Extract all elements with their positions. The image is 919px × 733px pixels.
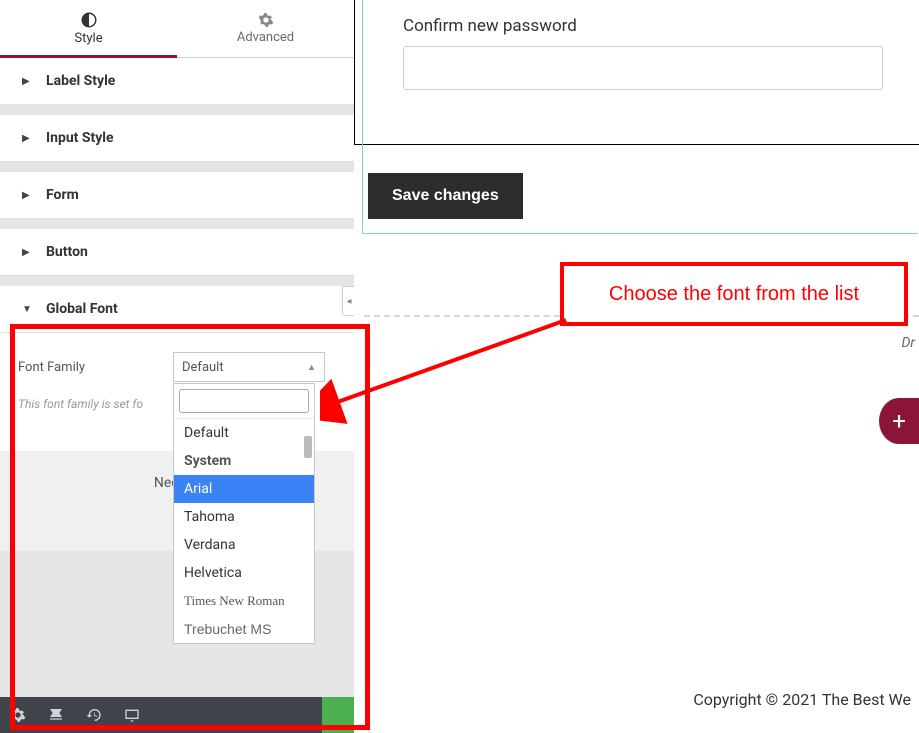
- panel-global-font[interactable]: ▼ Global Font ◂: [0, 286, 354, 333]
- publish-button[interactable]: [322, 697, 354, 733]
- caret-right-icon: ▶: [22, 133, 32, 144]
- caret-right-icon: ▶: [22, 190, 32, 201]
- font-family-select[interactable]: Default ▲: [173, 352, 325, 382]
- panel-button[interactable]: ▶ Button: [0, 229, 354, 276]
- drag-hint: Dr: [354, 335, 919, 351]
- panel-title: Button: [46, 244, 88, 260]
- font-option-verdana[interactable]: Verdana: [174, 531, 314, 559]
- tab-label: Style: [74, 31, 102, 46]
- panel-label-style[interactable]: ▶ Label Style: [0, 58, 354, 105]
- save-changes-button[interactable]: Save changes: [368, 173, 523, 219]
- annotation-callout: Choose the font from the list: [560, 262, 908, 326]
- settings-icon[interactable]: [10, 707, 26, 723]
- font-option-tahoma[interactable]: Tahoma: [174, 503, 314, 531]
- panel-list: ▶ Label Style ▶ Input Style ▶ Form ▶ But…: [0, 58, 354, 551]
- panel-title: Form: [46, 187, 79, 203]
- scrollbar-thumb[interactable]: [304, 436, 312, 458]
- font-search-wrap: [174, 384, 314, 419]
- responsive-icon[interactable]: [124, 707, 140, 723]
- plus-icon: +: [892, 407, 906, 435]
- footer-copyright: Copyright © 2021 The Best We: [693, 690, 911, 709]
- font-option-default[interactable]: Default: [174, 419, 314, 447]
- editor-tabs: Style Advanced: [0, 0, 354, 58]
- global-font-body: Font Family Default ▲ This font family i…: [0, 333, 354, 451]
- font-family-selected: Default: [182, 360, 224, 375]
- add-section-button[interactable]: +: [879, 398, 919, 444]
- font-family-row: Font Family Default ▲: [18, 351, 336, 383]
- caret-down-icon: ▼: [22, 304, 32, 315]
- tab-label: Advanced: [237, 30, 294, 45]
- panel-title: Label Style: [46, 73, 115, 89]
- font-family-label: Font Family: [18, 360, 173, 375]
- font-option-helvetica[interactable]: Helvetica: [174, 559, 314, 587]
- caret-right-icon: ▶: [22, 247, 32, 258]
- panel-form[interactable]: ▶ Form: [0, 172, 354, 219]
- panel-input-style[interactable]: ▶ Input Style: [0, 115, 354, 162]
- font-group-system[interactable]: System: [174, 447, 314, 475]
- history-icon[interactable]: [86, 707, 102, 723]
- preview-area: Confirm new password Save changes + Dr C…: [354, 0, 919, 733]
- navigator-icon[interactable]: [48, 707, 64, 723]
- annotation-text: Choose the font from the list: [609, 283, 859, 306]
- tab-style[interactable]: Style: [0, 0, 177, 57]
- font-option-trebuchet[interactable]: Trebuchet MS: [174, 615, 314, 643]
- tab-advanced[interactable]: Advanced: [177, 0, 354, 57]
- caret-right-icon: ▶: [22, 76, 32, 87]
- half-circle-icon: [80, 11, 98, 29]
- font-option-list[interactable]: Default System Arial Tahoma Verdana Helv…: [174, 419, 314, 643]
- editor-sidebar: Style Advanced ▶ Label Style ▶ Input Sty…: [0, 0, 354, 733]
- font-dropdown: Default System Arial Tahoma Verdana Helv…: [173, 383, 315, 644]
- panel-title: Input Style: [46, 130, 114, 146]
- confirm-password-label: Confirm new password: [403, 16, 919, 36]
- panel-title: Global Font: [46, 301, 118, 317]
- confirm-password-input[interactable]: [403, 46, 883, 90]
- font-search-input[interactable]: [179, 389, 309, 413]
- font-option-arial[interactable]: Arial: [174, 475, 314, 503]
- caret-up-icon: ▲: [307, 362, 316, 373]
- bottom-toolbar: [0, 697, 354, 733]
- form-area: Confirm new password: [354, 0, 919, 145]
- gear-icon: [258, 12, 274, 28]
- font-option-times[interactable]: Times New Roman: [174, 587, 314, 615]
